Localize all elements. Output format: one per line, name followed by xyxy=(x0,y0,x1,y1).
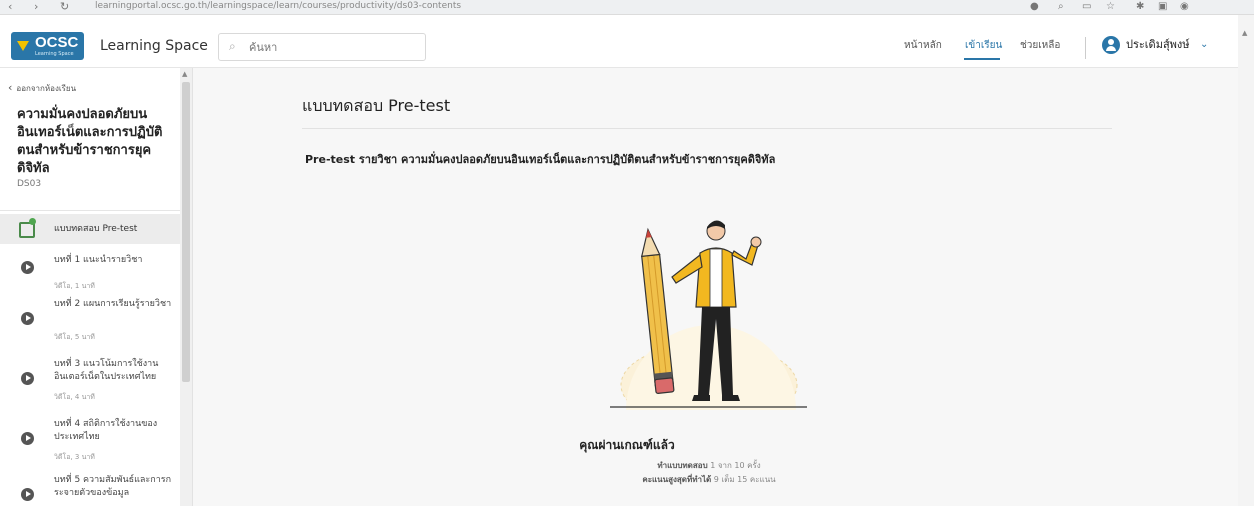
exit-classroom-label: ออกจากห้องเรียน xyxy=(16,84,77,93)
zoom-icon[interactable]: ⌕ xyxy=(1058,1,1064,13)
score-label: คะแนนสูงสุดที่ทำได้ xyxy=(642,475,712,484)
score-info: คะแนนสูงสุดที่ทำได้ 9 เต็ม 15 คะแนน xyxy=(0,474,1254,486)
sidebar-scroll-thumb[interactable] xyxy=(182,82,190,382)
logo-subtext: Learning Space xyxy=(35,51,74,57)
puzzle-icon[interactable]: ✱ xyxy=(1136,1,1144,13)
attempts-info: ทำแบบทดสอบ 1 จาก 10 ครั้ง xyxy=(0,460,1254,472)
nav-help[interactable]: ช่วยเหลือ xyxy=(1020,39,1060,53)
ocsc-logo[interactable]: OCSC Learning Space xyxy=(11,32,84,60)
lesson-title: บทที่ 1 แนะนำรายวิชา xyxy=(54,255,143,265)
score-value: 9 เต็ม 15 คะแนน xyxy=(713,475,776,484)
forward-arrow-icon[interactable]: › xyxy=(34,1,38,13)
pass-illustration xyxy=(610,220,807,410)
attempts-value: 1 จาก 10 ครั้ง xyxy=(710,461,761,470)
page-title: แบบทดสอบ Pre-test xyxy=(302,96,451,115)
nav-divider xyxy=(1085,37,1086,59)
extension-icon[interactable]: ● xyxy=(1030,1,1039,13)
scroll-up-arrow-icon[interactable]: ▲ xyxy=(182,70,187,78)
quiz-subject-title: Pre-test รายวิชา ความมั่นคงปลอดภัยบนอินเ… xyxy=(305,153,776,166)
play-icon xyxy=(21,488,34,501)
course-title: ความมั่นคงปลอดภัยบนอินเทอร์เน็ตและการปฏิ… xyxy=(17,107,163,176)
chevron-left-icon: ‹ xyxy=(8,81,13,94)
reload-icon[interactable]: ↻ xyxy=(60,1,69,13)
sidebar-item-pretest[interactable]: แบบทดสอบ Pre-test xyxy=(0,214,180,244)
search-box[interactable]: ⌕ xyxy=(218,33,426,61)
exit-classroom-link[interactable]: ‹ ออกจากห้องเรียน xyxy=(8,82,76,95)
play-icon xyxy=(21,312,34,325)
lesson-title: บทที่ 2 แผนการเรียนรู้รายวิชา xyxy=(54,299,172,309)
search-icon: ⌕ xyxy=(229,39,236,53)
course-code: DS03 xyxy=(17,179,42,189)
browser-toolbar: ‹ › ↻ learningportal.ocsc.go.th/learning… xyxy=(0,0,1254,15)
play-icon xyxy=(21,261,34,274)
star-icon[interactable]: ☆ xyxy=(1106,1,1115,13)
back-arrow-icon[interactable]: ‹ xyxy=(8,1,12,13)
sidebar-item-label: แบบทดสอบ Pre-test xyxy=(54,224,138,234)
search-input[interactable] xyxy=(247,38,421,56)
logo-text: OCSC xyxy=(35,34,79,51)
pass-status: คุณผ่านเกณฑ์แล้ว xyxy=(579,438,675,452)
app-name: Learning Space xyxy=(100,38,208,54)
sidepanel-icon[interactable]: ▣ xyxy=(1158,1,1167,13)
top-navigation-bar: OCSC Learning Space Learning Space ⌕ หน้… xyxy=(0,15,1238,68)
logo-mark-icon xyxy=(17,41,29,51)
lesson-meta: วิดีโอ, 1 นาที xyxy=(54,282,95,290)
user-avatar-icon[interactable] xyxy=(1102,36,1120,54)
page-scroll-up-arrow-icon[interactable]: ▲ xyxy=(1242,29,1247,37)
address-bar[interactable]: learningportal.ocsc.go.th/learningspace/… xyxy=(95,1,555,12)
page-scrollbar[interactable]: ▲ xyxy=(1238,15,1254,506)
lesson-meta: วิดีโอ, 4 นาที xyxy=(54,393,95,401)
chevron-down-icon[interactable]: ⌄ xyxy=(1200,38,1208,52)
nav-learn[interactable]: เข้าเรียน xyxy=(965,39,1002,53)
nav-home[interactable]: หน้าหลัก xyxy=(904,39,942,53)
quiz-complete-icon xyxy=(19,218,36,238)
lesson-meta: วิดีโอ, 5 นาที xyxy=(54,333,95,341)
active-nav-indicator xyxy=(964,58,1000,60)
lesson-title: บทที่ 3 แนวโน้มการใช้งานอินเตอร์เน็ตในปร… xyxy=(54,359,159,382)
profile-icon[interactable]: ◉ xyxy=(1180,1,1189,13)
title-divider xyxy=(302,128,1112,129)
sidebar-divider xyxy=(0,210,180,211)
user-name[interactable]: ประเดิมสุ์พงษ์ xyxy=(1126,38,1190,52)
play-icon xyxy=(21,372,34,385)
attempts-label: ทำแบบทดสอบ xyxy=(657,461,708,470)
share-icon[interactable]: ▭ xyxy=(1082,1,1091,13)
